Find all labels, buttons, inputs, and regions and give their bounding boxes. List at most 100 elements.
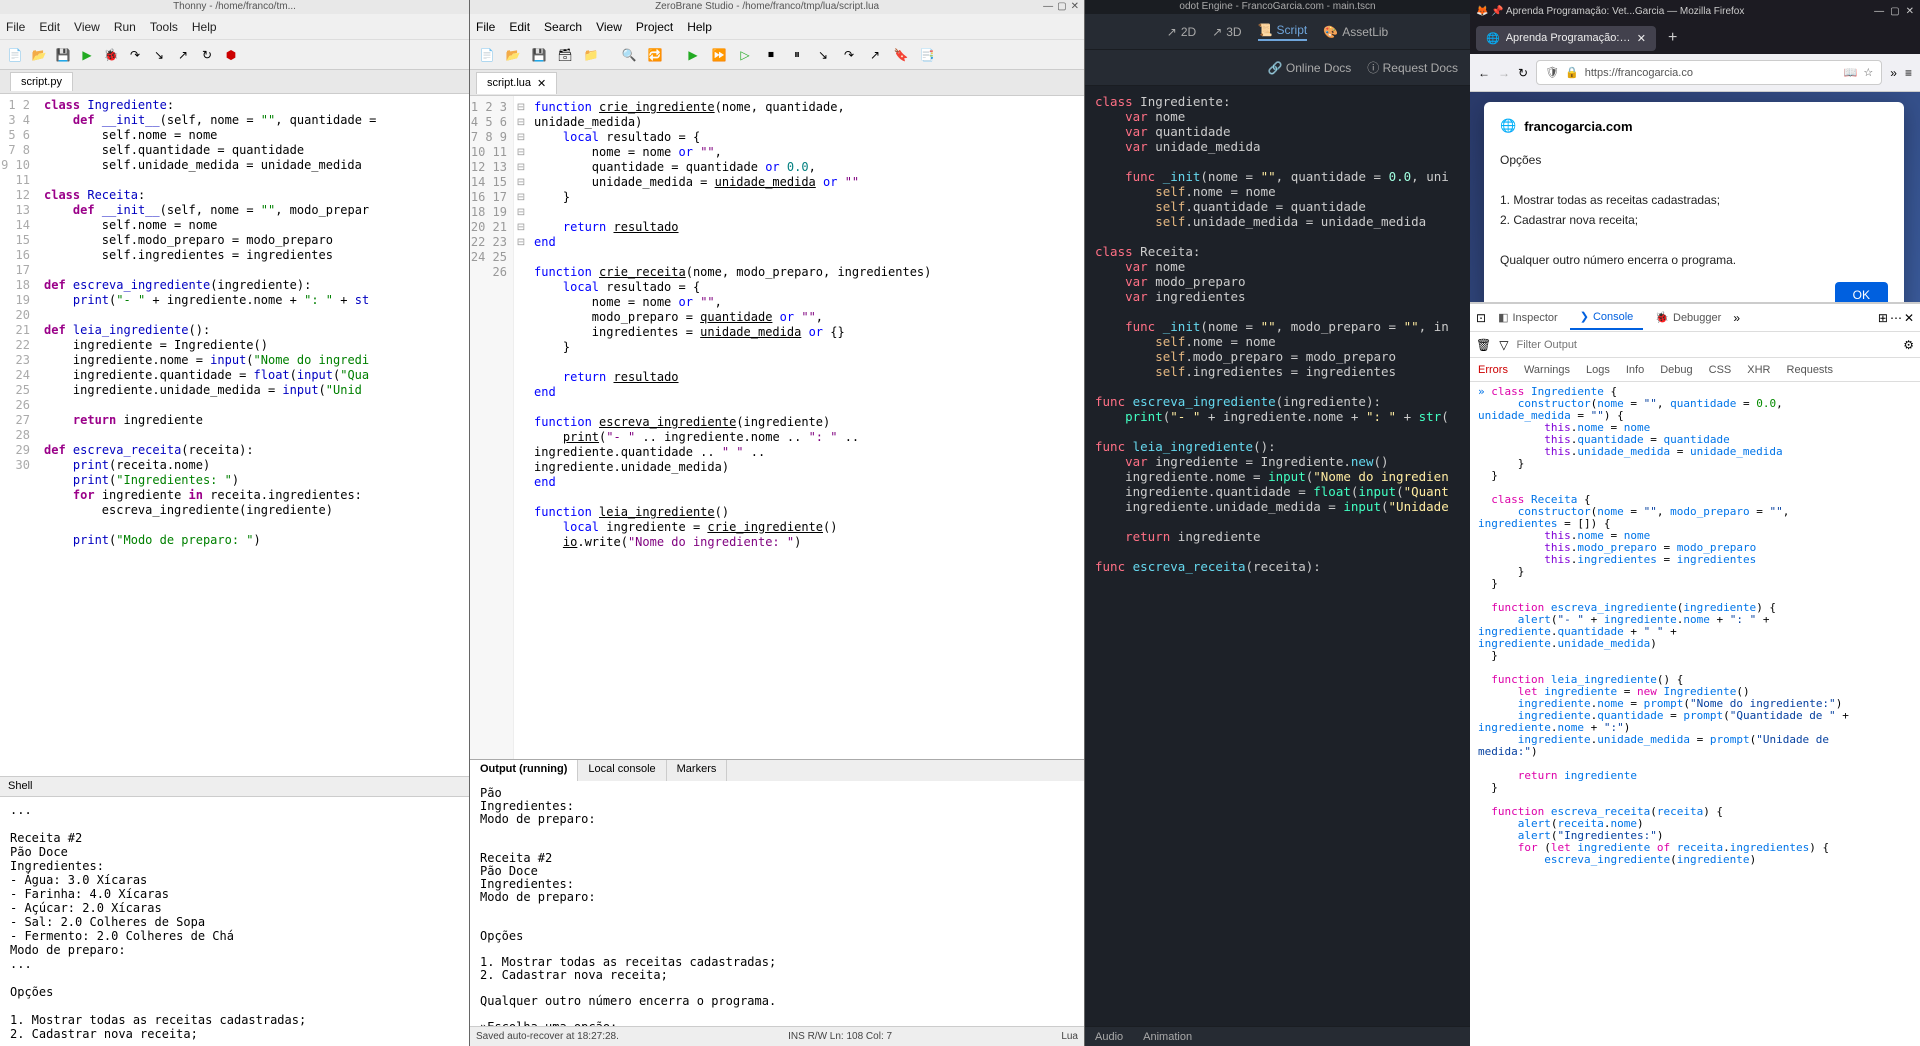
menu-view[interactable]: View xyxy=(596,20,622,34)
overflow-icon[interactable]: » xyxy=(1890,66,1897,80)
bookmark-icon[interactable]: ☆ xyxy=(1863,66,1873,79)
devtools-menu-icon[interactable]: ⋯ xyxy=(1890,311,1902,325)
menu-help[interactable]: Help xyxy=(687,20,712,34)
filter-icon[interactable]: ▽ xyxy=(1499,338,1508,352)
minimize-icon[interactable]: — xyxy=(1043,1,1053,13)
zerobrane-menubar[interactable]: File Edit Search View Project Help xyxy=(470,14,1084,40)
step-out-icon[interactable]: ↗ xyxy=(864,44,886,66)
menu-icon[interactable]: ≡ xyxy=(1905,66,1912,80)
tab-debugger[interactable]: 🐞 Debugger xyxy=(1645,306,1731,329)
cat-requests[interactable]: Requests xyxy=(1779,360,1841,380)
pick-element-icon[interactable]: ⊡ xyxy=(1476,311,1486,325)
cat-info[interactable]: Info xyxy=(1618,360,1652,380)
zerobrane-code[interactable]: function crie_ingrediente(nome, quantida… xyxy=(528,96,1084,759)
menu-tools[interactable]: Tools xyxy=(150,20,178,34)
tab-markers[interactable]: Markers xyxy=(667,760,728,781)
run2-icon[interactable]: ⏩ xyxy=(708,44,730,66)
settings-icon[interactable]: ⚙ xyxy=(1903,338,1914,352)
run-icon[interactable]: ▶ xyxy=(682,44,704,66)
tab-script-lua[interactable]: script.lua ✕ xyxy=(476,72,557,94)
close-icon[interactable]: ✕ xyxy=(1071,1,1079,13)
cat-xhr[interactable]: XHR xyxy=(1739,360,1778,380)
open-icon[interactable]: 📂 xyxy=(502,44,524,66)
new-icon[interactable]: 📄 xyxy=(476,44,498,66)
toggle-bp-icon[interactable]: 🔖 xyxy=(890,44,912,66)
debug-icon[interactable]: 🐞 xyxy=(102,46,120,64)
godot-editor[interactable]: class Ingrediente: var nome var quantida… xyxy=(1085,86,1470,1026)
step-into-icon[interactable]: ↘ xyxy=(150,46,168,64)
saveall-icon[interactable]: 🗃 xyxy=(554,44,576,66)
ok-button[interactable]: OK xyxy=(1835,282,1888,302)
shield-icon[interactable]: 🛡 xyxy=(1545,66,1559,79)
new-tab-button[interactable]: + xyxy=(1662,29,1683,47)
menu-edit[interactable]: Edit xyxy=(39,20,60,34)
more-tabs-icon[interactable]: » xyxy=(1733,311,1740,325)
find-icon[interactable]: 🔍 xyxy=(618,44,640,66)
online-docs-button[interactable]: 🔗 Online Docs xyxy=(1268,61,1352,75)
menu-search[interactable]: Search xyxy=(544,20,582,34)
debug-icon[interactable]: ▷ xyxy=(734,44,756,66)
close-tab-icon[interactable]: ✕ xyxy=(1637,32,1646,45)
forward-icon[interactable]: → xyxy=(1498,66,1510,80)
step-out-icon[interactable]: ↗ xyxy=(174,46,192,64)
stop-debug-icon[interactable]: ⏹ xyxy=(760,44,782,66)
tab-2d[interactable]: ↗ 2D xyxy=(1167,25,1196,39)
url-bar[interactable]: 🛡 🔒 https://francogarcia.co 📖 ☆ xyxy=(1536,60,1882,85)
reader-icon[interactable]: 📖 xyxy=(1844,66,1858,79)
close-tab-icon[interactable]: ✕ xyxy=(537,77,546,90)
menu-run[interactable]: Run xyxy=(114,20,136,34)
new-file-icon[interactable]: 📄 xyxy=(6,46,24,64)
tab-local-console[interactable]: Local console xyxy=(578,760,666,781)
tab-script[interactable]: 📜 Script xyxy=(1258,23,1308,41)
zerobrane-fold[interactable]: ⊟ ⊟ ⊟ ⊟ ⊟ ⊟ ⊟ ⊟ ⊟ ⊟ xyxy=(514,96,528,759)
menu-file[interactable]: File xyxy=(6,20,25,34)
menu-project[interactable]: Project xyxy=(636,20,673,34)
cat-logs[interactable]: Logs xyxy=(1578,360,1618,380)
open-file-icon[interactable]: 📂 xyxy=(30,46,48,64)
save-icon[interactable]: 💾 xyxy=(528,44,550,66)
cat-css[interactable]: CSS xyxy=(1701,360,1740,380)
trash-icon[interactable]: 🗑 xyxy=(1476,338,1491,352)
zerobrane-editor[interactable]: 1 2 3 4 5 6 7 8 9 10 11 12 13 14 15 16 1… xyxy=(470,96,1084,759)
filter-input[interactable] xyxy=(1516,339,1895,351)
tab-script-py[interactable]: script.py xyxy=(10,72,73,91)
devtools-console-output[interactable]: » class Ingrediente { constructor(nome =… xyxy=(1470,382,1920,1046)
tab-assetlib[interactable]: 🎨 AssetLib xyxy=(1323,25,1388,39)
tab-inspector[interactable]: ◧ Inspector xyxy=(1488,306,1568,329)
bookmark-icon[interactable]: 📑 xyxy=(916,44,938,66)
tab-3d[interactable]: ↗ 3D xyxy=(1212,25,1241,39)
reload-icon[interactable]: ↻ xyxy=(1518,66,1528,80)
thonny-menubar[interactable]: File Edit View Run Tools Help xyxy=(0,14,469,40)
replace-icon[interactable]: 🔁 xyxy=(644,44,666,66)
maximize-icon[interactable]: ▢ xyxy=(1057,1,1066,13)
bottom-audio[interactable]: Audio xyxy=(1095,1031,1123,1043)
back-icon[interactable]: ← xyxy=(1478,66,1490,80)
tab-output[interactable]: Output (running) xyxy=(470,760,578,781)
menu-edit[interactable]: Edit xyxy=(509,20,530,34)
thonny-editor[interactable]: 1 2 3 4 5 6 7 8 9 10 11 12 13 14 15 16 1… xyxy=(0,94,469,776)
close-icon[interactable]: ✕ xyxy=(1906,6,1914,17)
thonny-code[interactable]: class Ingrediente: def __init__(self, no… xyxy=(38,94,469,776)
thonny-shell[interactable]: ... Receita #2 Pão Doce Ingredientes: - … xyxy=(0,796,469,1046)
step-into-icon[interactable]: ↘ xyxy=(812,44,834,66)
step-over-icon[interactable]: ↷ xyxy=(126,46,144,64)
cat-errors[interactable]: Errors xyxy=(1470,360,1516,380)
projdir-icon[interactable]: 📁 xyxy=(580,44,602,66)
dock-icon[interactable]: ⊞ xyxy=(1878,311,1888,325)
menu-file[interactable]: File xyxy=(476,20,495,34)
menu-help[interactable]: Help xyxy=(192,20,217,34)
minimize-icon[interactable]: — xyxy=(1874,6,1884,17)
resume-icon[interactable]: ↻ xyxy=(198,46,216,64)
cat-debug[interactable]: Debug xyxy=(1652,360,1700,380)
break-icon[interactable]: ⏸ xyxy=(786,44,808,66)
request-docs-button[interactable]: ⓘ Request Docs xyxy=(1367,59,1458,76)
tab-console[interactable]: ❯ Console xyxy=(1570,305,1644,330)
save-icon[interactable]: 💾 xyxy=(54,46,72,64)
bottom-animation[interactable]: Animation xyxy=(1143,1031,1192,1043)
run-icon[interactable]: ▶ xyxy=(78,46,96,64)
step-over-icon[interactable]: ↷ xyxy=(838,44,860,66)
zerobrane-output[interactable]: Pão Ingredientes: Modo de preparo: Recei… xyxy=(470,781,1084,1026)
browser-tab[interactable]: 🌐 Aprenda Programação: Vetor ✕ xyxy=(1476,26,1656,51)
maximize-icon[interactable]: ▢ xyxy=(1890,6,1899,17)
close-devtools-icon[interactable]: ✕ xyxy=(1904,311,1914,325)
